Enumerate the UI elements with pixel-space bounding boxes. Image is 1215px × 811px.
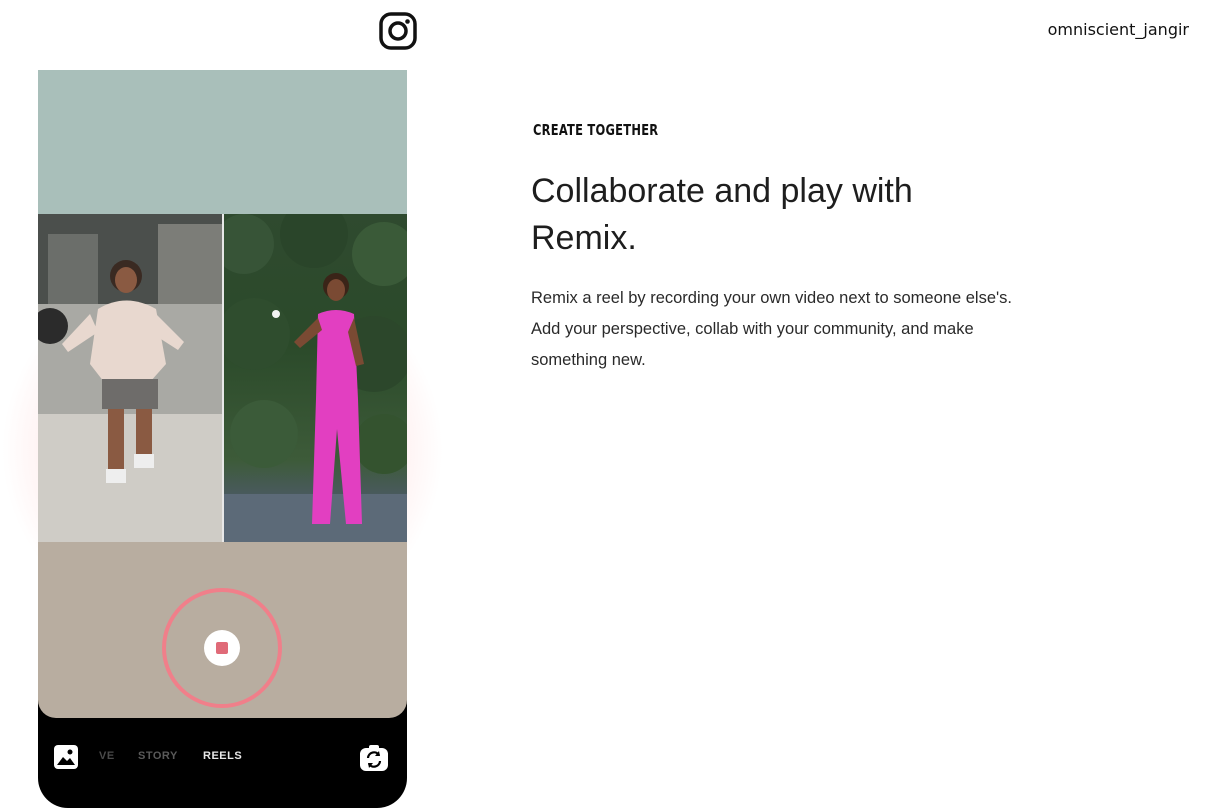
screen-top-area [38, 70, 407, 214]
feature-title: Collaborate and play with Remix. [531, 172, 913, 257]
gallery-icon[interactable] [53, 744, 79, 770]
section-eyebrow: CREATE TOGETHER [533, 121, 659, 139]
record-stop-icon [216, 642, 228, 654]
phone-mockup: VE STORY REELS [38, 70, 407, 808]
remix-video-right [224, 214, 407, 542]
remix-video-left [38, 214, 222, 542]
username[interactable]: omniscient_jangir [1048, 20, 1189, 39]
mode-live[interactable]: VE [99, 750, 115, 762]
feature-description: Remix a reel by recording your own video… [531, 289, 1012, 369]
mode-story[interactable]: STORY [138, 750, 178, 762]
mode-reels[interactable]: REELS [203, 750, 242, 762]
instagram-icon[interactable] [379, 12, 417, 50]
camera-mode-bar: VE STORY REELS [38, 734, 407, 784]
flip-camera-icon[interactable] [359, 744, 389, 772]
